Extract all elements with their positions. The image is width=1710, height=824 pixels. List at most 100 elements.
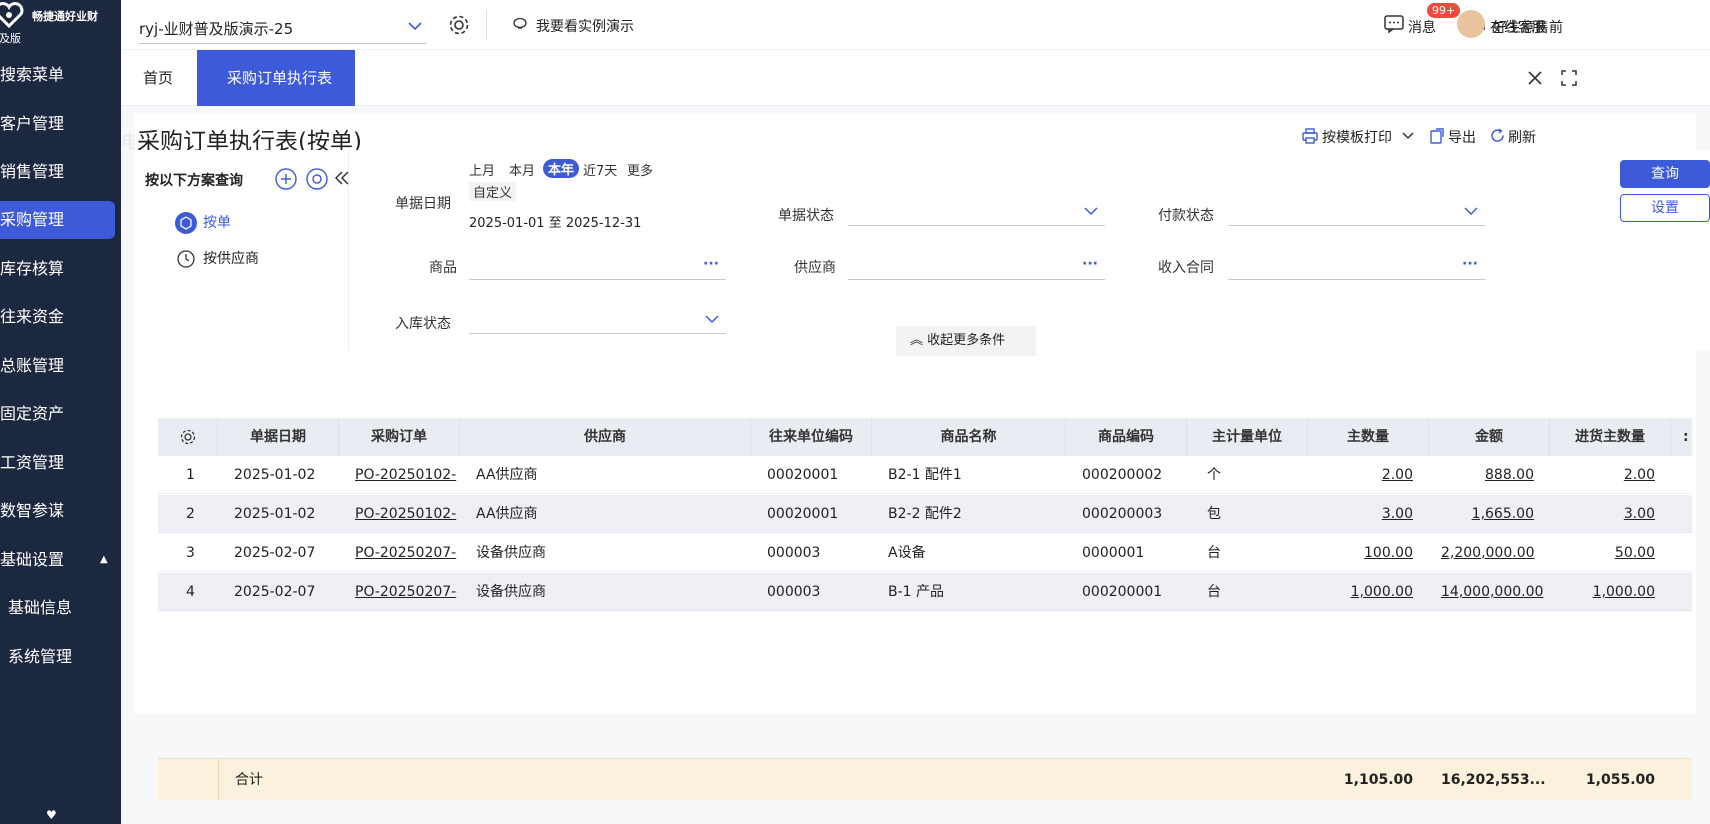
cell-qty[interactable]: 2.00 xyxy=(1308,456,1429,494)
header-partner-code[interactable]: 往来单位编码 xyxy=(751,418,872,456)
collapse-left-icon[interactable] xyxy=(335,170,349,186)
user-name[interactable]: 好生意售前 xyxy=(1493,17,1563,37)
table-row[interactable]: 1 2025-01-02 PO-20250102- AA供应商 00020001… xyxy=(158,456,1692,494)
cell-order-link[interactable]: PO-20250207- xyxy=(339,573,460,611)
header-supplier[interactable]: 供应商 xyxy=(460,418,751,456)
header-amount[interactable]: 金额 xyxy=(1429,418,1550,456)
cell-order-link[interactable]: PO-20250102- xyxy=(339,456,460,494)
table-row[interactable]: 4 2025-02-07 PO-20250207- 设备供应商 000003 B… xyxy=(158,573,1692,611)
menu-funds[interactable]: 往来资金 xyxy=(0,298,121,336)
gear-icon[interactable] xyxy=(448,14,470,36)
cell-date: 2025-02-07 xyxy=(234,545,316,561)
header-date[interactable]: 单据日期 xyxy=(218,418,339,456)
close-all-icon[interactable] xyxy=(1528,71,1542,85)
cell-supplier: 设备供应商 xyxy=(476,584,546,600)
tab-purchase-order-report[interactable]: 采购订单执行表 × xyxy=(197,50,355,143)
menu-assets[interactable]: 固定资产 xyxy=(0,395,121,433)
demo-link[interactable]: 我要看实例演示 xyxy=(536,16,634,36)
menu-basic-settings[interactable]: 基础设置 ▲ xyxy=(0,541,121,579)
cell-in-qty[interactable]: 50.00 xyxy=(1550,534,1671,572)
header-product-code[interactable]: 商品编码 xyxy=(1066,418,1187,456)
cell-product-code: 000200002 xyxy=(1082,467,1163,483)
cell-amount[interactable]: 2,200,000.00 xyxy=(1429,534,1550,572)
cell-qty[interactable]: 1,000.00 xyxy=(1308,573,1429,611)
collapse-conditions-button[interactable]: ︽ 收起更多条件 xyxy=(896,326,1036,356)
product-field[interactable]: ··· xyxy=(469,250,726,280)
menu-ledger[interactable]: 总账管理 xyxy=(0,347,121,385)
pay-status-select[interactable] xyxy=(1228,196,1485,226)
cell-in-qty[interactable]: 3.00 xyxy=(1550,495,1671,533)
cell-product-code: 000200003 xyxy=(1082,506,1163,522)
contract-field[interactable]: ··· xyxy=(1228,250,1485,280)
print-template-button[interactable]: 按模板打印 xyxy=(1322,127,1392,147)
cell-qty[interactable]: 100.00 xyxy=(1308,534,1429,572)
more-icon[interactable]: ··· xyxy=(1462,256,1478,272)
gear-icon xyxy=(180,429,195,445)
refresh-button[interactable]: 刷新 xyxy=(1508,127,1536,147)
stock-status-select[interactable] xyxy=(469,304,726,334)
chevron-down-icon xyxy=(1084,207,1098,216)
menu-sales[interactable]: 销售管理 xyxy=(0,153,121,191)
menu-label: 销售管理 xyxy=(0,162,65,181)
more-icon[interactable]: ··· xyxy=(703,256,719,272)
menu-basic-info[interactable]: 基础信息 xyxy=(0,589,121,627)
company-select[interactable]: ryj-业财普及版演示-25 xyxy=(139,10,427,44)
cell-in-qty[interactable]: 1,000.00 xyxy=(1550,573,1671,611)
header-product-name[interactable]: 商品名称 xyxy=(872,418,1066,456)
date-range-value[interactable]: 2025-01-01 至 2025-12-31 xyxy=(469,212,641,231)
cell-unit: 台 xyxy=(1207,545,1221,561)
cell-amount[interactable]: 1,665.00 xyxy=(1429,495,1550,533)
table-row[interactable]: 3 2025-02-07 PO-20250207- 设备供应商 000003 A… xyxy=(158,534,1692,572)
cell-in-qty[interactable]: 2.00 xyxy=(1550,456,1671,494)
cell-partner-code: 000003 xyxy=(767,584,821,600)
more-icon[interactable]: ··· xyxy=(1082,256,1098,272)
clock-icon xyxy=(177,250,195,268)
cell-order-link[interactable]: PO-20250102- xyxy=(339,495,460,533)
query-button[interactable]: 查询 xyxy=(1620,160,1710,188)
brand-logo: 畅捷通好业财 普及版 xyxy=(0,0,121,46)
menu-purchase[interactable]: 采购管理 xyxy=(0,201,115,239)
cell-qty[interactable]: 3.00 xyxy=(1308,495,1429,533)
fullscreen-icon[interactable] xyxy=(1561,70,1577,86)
cell-product-name: B2-1 配件1 xyxy=(888,467,962,483)
export-button[interactable]: 导出 xyxy=(1448,127,1476,147)
settings-circle-icon[interactable] xyxy=(306,168,328,190)
cell-date: 2025-01-02 xyxy=(234,467,316,483)
settings-button[interactable]: 设置 xyxy=(1620,194,1710,222)
menu-system[interactable]: 系统管理 xyxy=(0,638,121,676)
plus-circle-icon[interactable] xyxy=(275,168,297,190)
cell-amount[interactable]: 14,000,000.00 xyxy=(1429,573,1550,611)
supplier-field[interactable]: ··· xyxy=(848,250,1105,280)
row-number: 2 xyxy=(186,506,195,522)
printer-icon[interactable] xyxy=(1302,128,1318,144)
export-icon[interactable] xyxy=(1430,128,1444,144)
tab-home[interactable]: 首页 xyxy=(143,50,173,106)
chip-this-month[interactable]: 本月 xyxy=(509,160,535,179)
chip-this-year[interactable]: 本年 xyxy=(543,159,580,178)
menu-insights[interactable]: 数智参谋 xyxy=(0,492,121,530)
avatar[interactable] xyxy=(1457,10,1485,38)
table-row[interactable]: 2 2025-01-02 PO-20250102- AA供应商 00020001… xyxy=(158,495,1692,533)
doc-status-select[interactable] xyxy=(848,196,1105,226)
refresh-icon[interactable] xyxy=(1490,128,1505,143)
messages-label[interactable]: 消息 xyxy=(1408,17,1436,37)
menu-search[interactable]: 搜索菜单 xyxy=(0,56,121,94)
header-unit[interactable]: 主计量单位 xyxy=(1187,418,1308,456)
header-qty[interactable]: 主数量 xyxy=(1308,418,1429,456)
menu-customer[interactable]: 客户管理 xyxy=(0,105,121,143)
message-icon[interactable] xyxy=(1384,15,1404,33)
column-settings[interactable] xyxy=(158,418,218,456)
chip-last-7-days[interactable]: 近7天 xyxy=(583,160,617,179)
chip-custom[interactable]: 自定义 xyxy=(469,182,517,201)
menu-payroll[interactable]: 工资管理 xyxy=(0,444,121,482)
chip-more[interactable]: 更多 xyxy=(627,160,653,179)
cell-amount[interactable]: 888.00 xyxy=(1429,456,1550,494)
cell-order-link[interactable]: PO-20250207- xyxy=(339,534,460,572)
chip-last-month[interactable]: 上月 xyxy=(469,160,495,179)
heart-icon: ♥ xyxy=(46,808,57,822)
header-order[interactable]: 采购订单 xyxy=(339,418,460,456)
menu-inventory[interactable]: 库存核算 xyxy=(0,250,121,288)
chevron-down-icon[interactable] xyxy=(1402,131,1414,141)
header-in-qty[interactable]: 进货主数量 xyxy=(1550,418,1671,456)
menu-label: 数智参谋 xyxy=(0,501,65,520)
